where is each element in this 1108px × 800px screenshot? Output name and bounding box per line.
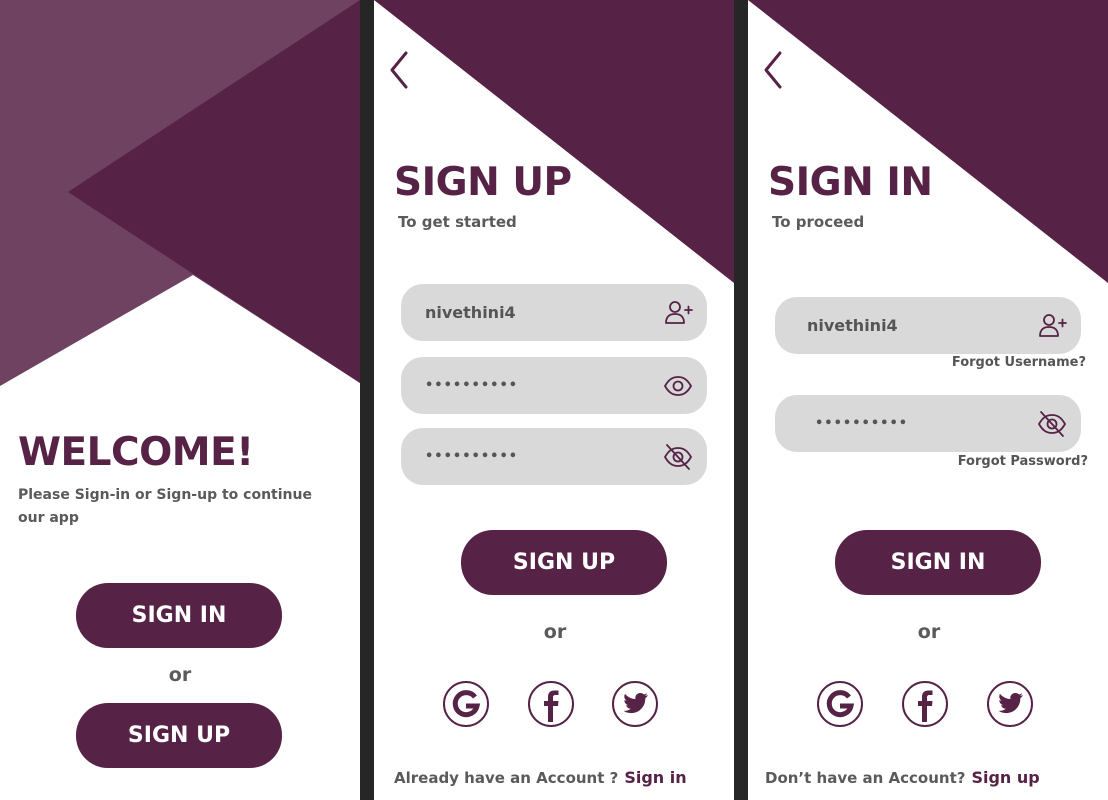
dark-purple-triangle	[374, 0, 734, 283]
facebook-icon	[902, 681, 948, 727]
twitter-button[interactable]	[986, 680, 1034, 728]
forgot-password-link[interactable]: Forgot Password?	[958, 454, 1088, 469]
sign-up-button[interactable]: SIGN UP	[461, 530, 667, 595]
sign-up-screen: SIGN UP To get started nivethini4 SIGN U…	[374, 0, 734, 800]
sign-in-button[interactable]: SIGN IN	[76, 583, 282, 648]
chevron-left-icon	[390, 51, 408, 89]
google-button[interactable]	[816, 680, 864, 728]
confirm-password-input[interactable]	[425, 449, 645, 464]
sign-in-screen: SIGN IN To proceed Forgot Username? Forg…	[748, 0, 1108, 800]
page-subtitle: To get started	[398, 213, 517, 231]
footer-question: Already have an Account ?	[394, 769, 619, 787]
password-field	[775, 395, 1081, 452]
page-subtitle: To proceed	[772, 213, 865, 231]
or-separator: or	[917, 621, 941, 643]
twitter-button[interactable]	[611, 680, 659, 728]
confirm-password-field	[401, 428, 707, 485]
sign-up-link[interactable]: Sign up	[971, 768, 1039, 787]
back-button[interactable]	[762, 50, 786, 90]
password-field	[401, 357, 707, 414]
welcome-description: Please Sign-in or Sign-up to continue ou…	[18, 487, 312, 526]
facebook-button[interactable]	[901, 680, 949, 728]
twitter-icon	[987, 681, 1033, 727]
footer-question: Don’t have an Account?	[765, 769, 966, 787]
google-button[interactable]	[442, 680, 490, 728]
page-title: SIGN IN	[768, 160, 933, 205]
eye-off-icon[interactable]	[1037, 409, 1067, 439]
forgot-username-link[interactable]: Forgot Username?	[952, 355, 1086, 370]
or-separator: or	[543, 621, 567, 643]
sign-up-button[interactable]: SIGN UP	[76, 703, 282, 768]
back-button[interactable]	[388, 50, 412, 90]
username-input[interactable]	[807, 316, 1027, 335]
username-field	[775, 297, 1081, 354]
or-separator: or	[168, 664, 192, 686]
google-icon	[443, 681, 489, 727]
eye-icon[interactable]	[663, 371, 693, 401]
username-input[interactable]	[425, 303, 645, 322]
chevron-left-icon	[764, 51, 782, 89]
password-input[interactable]	[425, 378, 645, 393]
footer: Already have an Account ? Sign in	[394, 768, 687, 787]
welcome-title: WELCOME!	[18, 430, 254, 475]
dark-purple-triangle	[748, 0, 1108, 283]
username-field	[401, 284, 707, 341]
add-user-icon	[1037, 311, 1067, 341]
facebook-button[interactable]	[527, 680, 575, 728]
sign-in-link[interactable]: Sign in	[624, 768, 686, 787]
password-input[interactable]	[815, 416, 1035, 431]
welcome-screen: WELCOME! Please Sign-in or Sign-up to co…	[0, 0, 360, 800]
twitter-icon	[612, 681, 658, 727]
google-icon	[817, 681, 863, 727]
footer: Don’t have an Account? Sign up	[765, 768, 1040, 787]
page-title: SIGN UP	[394, 160, 572, 205]
eye-off-icon[interactable]	[663, 442, 693, 472]
facebook-icon	[528, 681, 574, 727]
sign-in-button[interactable]: SIGN IN	[835, 530, 1041, 595]
add-user-icon	[663, 298, 693, 328]
